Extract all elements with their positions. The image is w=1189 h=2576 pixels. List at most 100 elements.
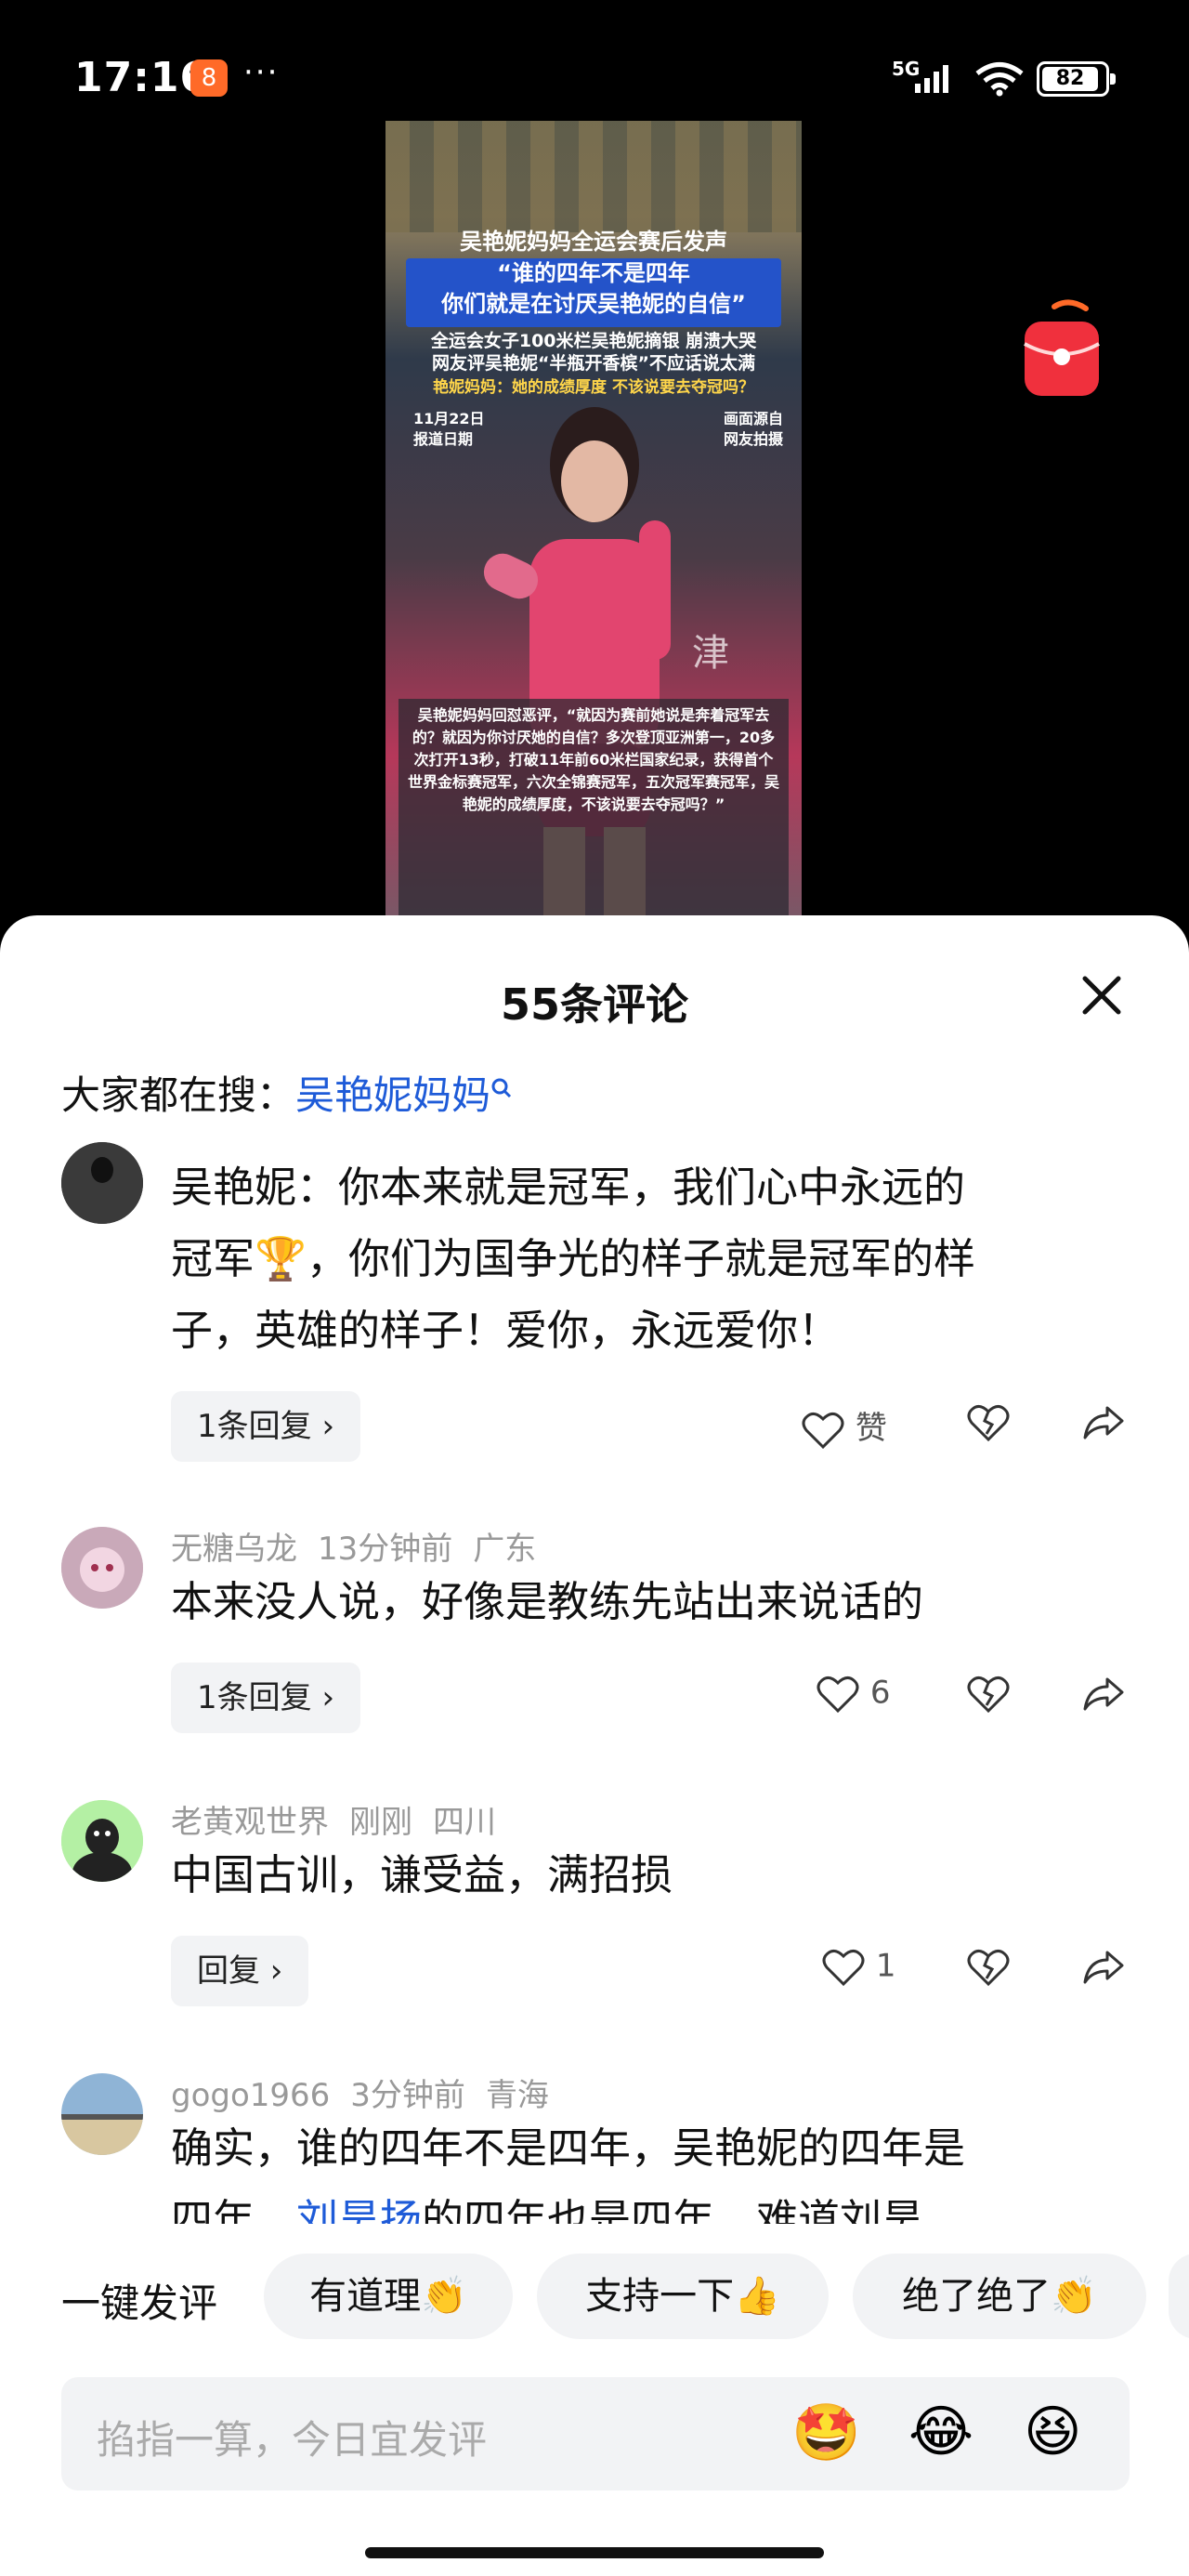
- share-icon: [1083, 1951, 1124, 1984]
- comment-username[interactable]: gogo1966: [171, 2077, 330, 2114]
- avatar[interactable]: [61, 1142, 143, 1224]
- comment-meta: 老黄观世界 刚刚 四川: [171, 1796, 516, 1842]
- stadium-stands: [385, 121, 802, 232]
- quick-chip[interactable]: 绝了绝了👏: [853, 2254, 1146, 2339]
- comment-text: 四年，: [171, 2195, 297, 2224]
- quick-chip-overflow[interactable]: [1169, 2254, 1189, 2339]
- share-button[interactable]: [1081, 1674, 1126, 1715]
- comment-input-placeholder: 掐指一算，今日宜发评: [97, 2417, 488, 2463]
- like-button[interactable]: 赞: [801, 1402, 887, 1451]
- comment-meta: gogo1966 3分钟前 青海: [171, 2070, 569, 2115]
- video-player[interactable]: 吴艳妮妈妈全运会赛后发声 “谁的四年不是四年 你们就是在讨厌吴艳妮的自信” 全运…: [385, 121, 802, 915]
- like-count: 赞: [855, 1410, 887, 1447]
- comment-item: 吴艳妮：你本来就是冠军，我们心中永远的 冠军🏆，你们为国争光的样子就是冠军的样 …: [0, 1142, 1189, 1467]
- close-icon[interactable]: [1078, 971, 1126, 1019]
- comment-text: 的四年也是四年，难道刘昊: [422, 2195, 924, 2224]
- comment-body[interactable]: 确实，谁的四年不是四年，吴艳妮的四年是 四年，刘昊扬的四年也是四年，难道刘昊: [171, 2112, 1118, 2224]
- share-icon: [1083, 1406, 1124, 1439]
- search-icon[interactable]: [490, 1077, 513, 1109]
- reply-button[interactable]: 回复 ›: [171, 1936, 309, 2006]
- video-source-line1: 画面源自: [723, 410, 783, 427]
- like-count: 6: [869, 1674, 891, 1712]
- broken-heart-icon: [967, 1405, 1010, 1442]
- dislike-button[interactable]: [966, 1674, 1011, 1715]
- avatar[interactable]: [61, 1800, 143, 1882]
- comment-location: 广东: [473, 1531, 537, 1568]
- like-button[interactable]: 6: [816, 1674, 890, 1715]
- like-count: 1: [875, 1947, 896, 1985]
- like-button[interactable]: 1: [821, 1947, 895, 1988]
- red-packet-icon[interactable]: [1017, 297, 1106, 398]
- comment-item: 无糖乌龙 13分钟前 广东 本来没人说，好像是教练先站出来说话的 1条回复 › 6: [0, 1519, 1189, 1742]
- view-replies-button[interactable]: 1条回复 ›: [171, 1391, 361, 1462]
- video-headline: 吴艳妮妈妈全运会赛后发声: [460, 229, 727, 255]
- trending-search-link[interactable]: 吴艳妮妈妈: [295, 1072, 490, 1118]
- wifi-icon: [975, 62, 1024, 97]
- video-subtitle-1: 全运会女子100米栏吴艳妮摘银 崩溃大哭: [430, 331, 757, 351]
- video-subtitle-3: 艳妮妈妈：她的成绩厚度 不该说要去夺冠吗？: [433, 378, 754, 397]
- comment-location: 青海: [485, 2077, 549, 2114]
- comment-time: 13分钟前: [318, 1531, 453, 1568]
- avatar[interactable]: [61, 1527, 143, 1609]
- emoji-star-eyes-icon[interactable]: 🤩: [791, 2399, 861, 2465]
- comment-body[interactable]: 中国古训，谦受益，满招损: [171, 1839, 1118, 1911]
- dislike-button[interactable]: [966, 1402, 1011, 1443]
- video-date-value: 11月22日: [413, 410, 485, 427]
- video-date: 11月22日 报道日期: [413, 409, 485, 450]
- comment-username[interactable]: 无糖乌龙: [171, 1531, 297, 1568]
- emoji-grin-icon[interactable]: 😆: [1024, 2399, 1082, 2464]
- comment-body[interactable]: 吴艳妮：你本来就是冠军，我们心中永远的 冠军🏆，你们为国争光的样子就是冠军的样 …: [171, 1151, 1118, 1366]
- quick-comment-label: 一键发评: [61, 2280, 218, 2326]
- comment-time: 3分钟前: [350, 2077, 465, 2114]
- search-link[interactable]: 刘昊扬: [296, 2195, 422, 2224]
- trending-search: 大家都在搜：吴艳妮妈妈: [61, 1064, 513, 1121]
- more-notifications-icon: ···: [243, 54, 280, 91]
- dislike-button[interactable]: [966, 1947, 1011, 1988]
- share-icon: [1083, 1677, 1124, 1711]
- comment-location: 四川: [433, 1804, 496, 1841]
- comment-body[interactable]: 本来没人说，好像是教练先站出来说话的: [171, 1566, 1118, 1637]
- emoji-laugh-cry-icon[interactable]: 😂: [908, 2399, 973, 2464]
- comment-line: 本来没人说，好像是教练先站出来说话的: [171, 1577, 924, 1626]
- comment-meta: 无糖乌龙 13分钟前 广东: [171, 1523, 556, 1569]
- avatar[interactable]: [61, 2073, 143, 2155]
- status-time: 17:16: [74, 54, 210, 101]
- share-button[interactable]: [1081, 1402, 1126, 1443]
- comment-line: 吴艳妮：你本来就是冠军，我们心中永远的: [171, 1163, 966, 1212]
- video-source: 画面源自 网友拍摄: [724, 409, 783, 450]
- quick-comment-bar: 一键发评 有道理👏 支持一下👍 绝了绝了👏: [0, 2254, 1189, 2346]
- battery-icon: 82: [1037, 61, 1116, 97]
- comment-username[interactable]: 老黄观世界: [171, 1804, 329, 1841]
- share-button[interactable]: [1081, 1947, 1126, 1988]
- comment-item: gogo1966 3分钟前 青海 确实，谁的四年不是四年，吴艳妮的四年是 四年，刘昊…: [0, 2066, 1189, 2224]
- signal-icon: [915, 65, 948, 93]
- heart-icon: [822, 1950, 865, 1987]
- quick-chip[interactable]: 有道理👏: [264, 2254, 513, 2339]
- comments-count-title: 55条评论: [500, 979, 688, 1030]
- comments-sheet: 55条评论 大家都在搜：吴艳妮妈妈 吴艳妮：你本来就是冠军，我们心中永远的 冠军…: [0, 915, 1189, 2576]
- comment-line: 中国古训，谦受益，满招损: [171, 1850, 673, 1899]
- video-quote-banner: “谁的四年不是四年 你们就是在讨厌吴艳妮的自信”: [406, 258, 781, 327]
- video-quote-line1: “谁的四年不是四年: [497, 260, 690, 286]
- broken-heart-icon: [967, 1676, 1010, 1714]
- video-date-label: 报道日期: [413, 430, 474, 448]
- video-caption: 吴艳妮妈妈回怼恶评，“就因为赛前她说是奔着冠军去的？就因为你讨厌她的自信？多次登…: [399, 699, 789, 915]
- comment-time: 刚刚: [349, 1804, 412, 1841]
- quick-chip[interactable]: 支持一下👍: [537, 2254, 829, 2339]
- comment-line: 子，英雄的样子！爱你，永远爱你！: [171, 1306, 841, 1355]
- view-replies-button[interactable]: 1条回复 ›: [171, 1663, 361, 1733]
- heart-icon: [802, 1412, 844, 1449]
- comment-item: 老黄观世界 刚刚 四川 中国古训，谦受益，满招损 回复 › 1: [0, 1793, 1189, 2016]
- video-quote-line2: 你们就是在讨厌吴艳妮的自信”: [441, 291, 746, 317]
- heart-icon: [817, 1676, 859, 1714]
- comment-input[interactable]: 掐指一算，今日宜发评 🤩 😂 😆: [61, 2377, 1130, 2491]
- trending-search-label: 大家都在搜：: [61, 1072, 296, 1118]
- home-indicator[interactable]: [365, 2547, 824, 2558]
- broken-heart-icon: [967, 1950, 1010, 1987]
- battery-level: 82: [1042, 67, 1098, 91]
- app-notification-icon: 8: [190, 59, 228, 97]
- comment-line: 四年，刘昊扬的四年也是四年，难道刘昊: [171, 2184, 1118, 2224]
- video-source-line2: 网友拍摄: [723, 430, 783, 448]
- video-watermark: 津: [692, 632, 729, 675]
- video-subtitle-2: 网友评吴艳妮“半瓶开香槟”不应话说太满: [432, 353, 755, 374]
